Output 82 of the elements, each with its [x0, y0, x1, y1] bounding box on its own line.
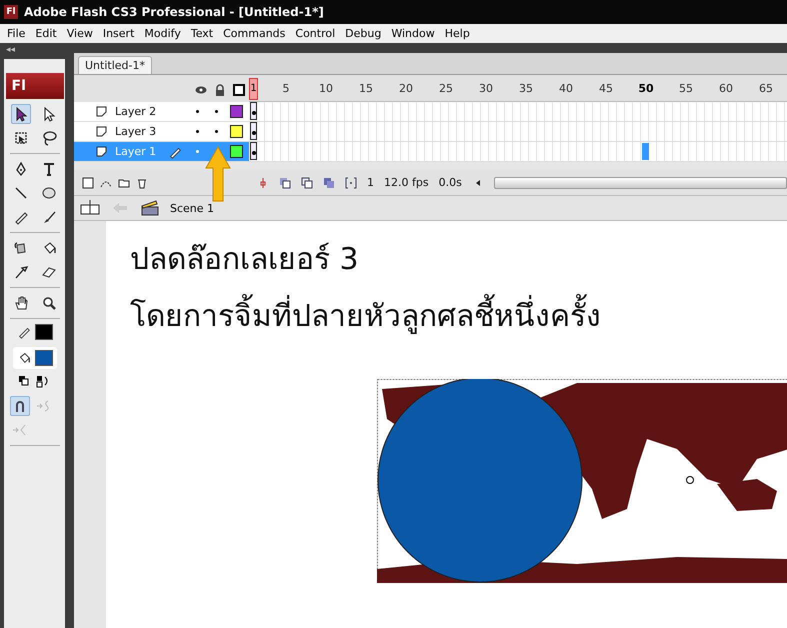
visibility-dot[interactable] — [196, 110, 199, 113]
arrow-annotation — [205, 146, 231, 202]
menu-item[interactable]: Window — [386, 27, 440, 40]
layer-name[interactable]: Layer 3 — [115, 125, 188, 138]
zoom-icon — [40, 295, 56, 311]
layer-icon — [96, 146, 107, 157]
menu-item[interactable]: Control — [290, 27, 340, 40]
stage-text: โดยการจิ้มที่ปลายหัวลูกศลชี้หนึ่งครั้ง — [130, 288, 787, 345]
transform-icon — [12, 130, 28, 146]
visibility-dot[interactable] — [196, 150, 199, 153]
markers-icon[interactable] — [345, 176, 357, 188]
menu-item[interactable]: Commands — [218, 27, 290, 40]
clapperboard-icon — [140, 200, 160, 216]
frame-number: 65 — [759, 82, 773, 95]
menu-item[interactable]: Debug — [340, 27, 386, 40]
menu-item[interactable]: File — [2, 27, 30, 40]
layer-icon — [96, 106, 107, 117]
menu-item[interactable]: Text — [186, 27, 218, 40]
frame-number: 35 — [519, 82, 533, 95]
menu-item[interactable]: Modify — [139, 27, 186, 40]
onion-outline-icon[interactable] — [301, 176, 313, 188]
outline-swatch[interactable] — [230, 125, 243, 138]
frame-number: 60 — [719, 82, 733, 95]
arrow-tool-button[interactable] — [10, 104, 30, 124]
lock-icon[interactable] — [214, 84, 226, 96]
frame-number: 55 — [679, 82, 693, 95]
menu-item[interactable]: View — [62, 27, 98, 40]
smooth-icon — [36, 398, 52, 414]
keyframe[interactable] — [250, 142, 257, 160]
lock-dot[interactable] — [215, 130, 218, 133]
ink-icon — [12, 240, 28, 256]
frame-number: 40 — [559, 82, 573, 95]
timeline-toggle-icon[interactable] — [80, 200, 100, 216]
frame-number: 45 — [599, 82, 613, 95]
outline-icon[interactable] — [233, 84, 245, 96]
lasso-icon — [40, 130, 56, 146]
edit-frames-icon[interactable] — [323, 176, 335, 188]
window-title: Adobe Flash CS3 Professional - [Untitled-1*] — [24, 5, 324, 19]
visibility-dot[interactable] — [196, 130, 199, 133]
document-tab[interactable]: Untitled-1* — [78, 56, 152, 74]
menu-item[interactable]: Help — [440, 27, 475, 40]
trash-icon[interactable] — [136, 176, 148, 188]
outline-swatch[interactable] — [230, 105, 243, 118]
layer-icon — [96, 126, 107, 137]
menu-item[interactable]: Edit — [30, 27, 62, 40]
frame-number: 5 — [282, 82, 290, 95]
menu-item[interactable]: Insert — [98, 27, 140, 40]
keyframe[interactable] — [250, 102, 257, 120]
new-layer-icon[interactable] — [82, 176, 94, 188]
stage-text: ปลดล๊อกเลเยอร์ 3 — [130, 241, 360, 279]
frame-number: 30 — [479, 82, 493, 95]
snap-tool-button[interactable] — [10, 396, 30, 416]
straighten-icon — [12, 422, 28, 438]
onion-skin-icon[interactable] — [279, 176, 291, 188]
fill-color-control[interactable] — [12, 347, 56, 369]
layer-name[interactable]: Layer 2 — [115, 105, 188, 118]
playhead[interactable]: 1 — [249, 78, 258, 100]
line-icon — [12, 185, 28, 201]
frame-number: 15 — [359, 82, 373, 95]
scene-name[interactable]: Scene 1 — [170, 202, 214, 214]
app-logo: Fl — [4, 5, 18, 19]
keyframe[interactable] — [250, 122, 257, 140]
frame-rate: 12.0 fps — [384, 176, 429, 189]
frame-number: 50 — [638, 82, 654, 95]
frame-number: 25 — [439, 82, 453, 95]
elapsed-time: 0.0s — [438, 176, 462, 189]
folder-icon[interactable] — [118, 176, 130, 188]
outline-swatch[interactable] — [230, 145, 243, 158]
eyedropper-icon — [12, 264, 28, 280]
pencil-icon — [16, 325, 30, 339]
hand-icon — [12, 295, 28, 311]
eye-icon[interactable] — [195, 84, 207, 96]
horizontal-scrollbar[interactable] — [494, 176, 787, 188]
frame-number: 20 — [399, 82, 413, 95]
app-badge: Fl — [6, 73, 64, 99]
current-frame: 1 — [367, 176, 374, 189]
layer-row[interactable]: Layer 2 — [74, 102, 249, 121]
oval-icon — [40, 185, 56, 201]
lock-dot[interactable] — [215, 110, 218, 113]
frame-number: 10 — [319, 82, 333, 95]
layer-row[interactable]: Layer 3 — [74, 122, 249, 141]
collapse-button[interactable]: ◂◂ — [0, 43, 68, 59]
